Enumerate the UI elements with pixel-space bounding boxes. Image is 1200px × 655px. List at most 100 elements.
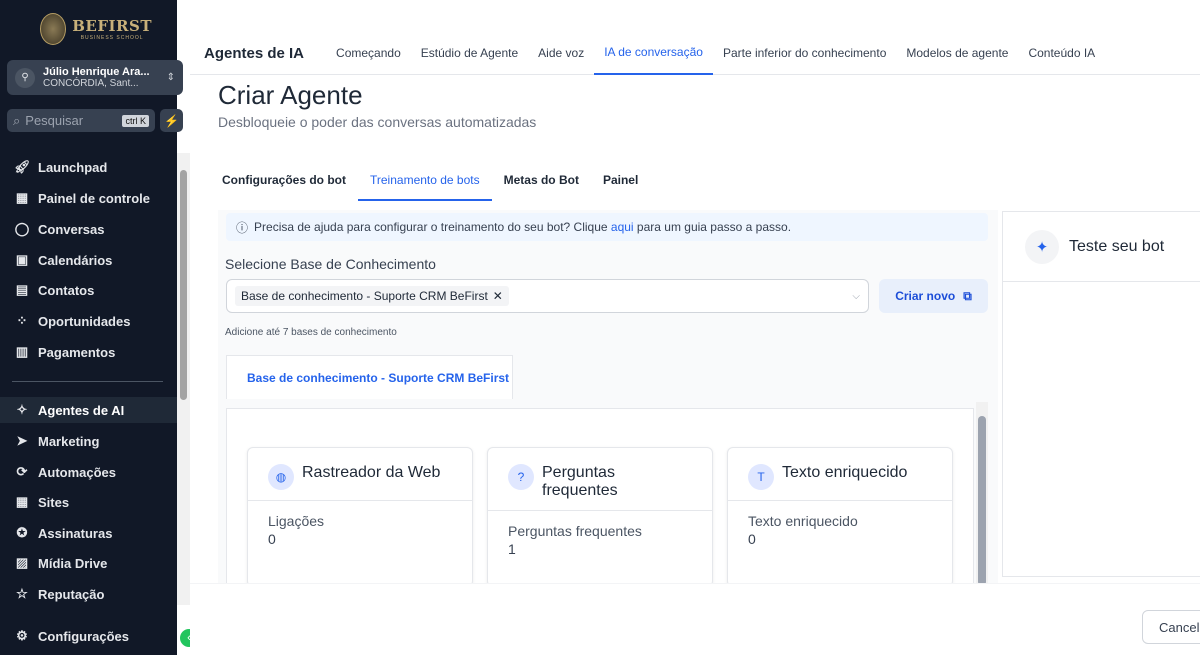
card-value: 0 bbox=[748, 531, 756, 547]
chevron-updown-icon: ⇕ bbox=[166, 72, 175, 83]
sidebar-item-0[interactable]: 🚀︎ Launchpad bbox=[0, 154, 177, 180]
sidebar-item-5[interactable]: ⁘ Oportunidades bbox=[0, 308, 177, 334]
search-shortcut: ctrl K bbox=[122, 114, 149, 127]
automation-icon: ⟳ bbox=[16, 464, 28, 479]
bot-tab[interactable]: Painel bbox=[591, 165, 650, 201]
sidebar-item-4[interactable]: ▤ Contatos bbox=[0, 277, 177, 303]
brand-logo: BEFIRST BUSINESS SCHOOL bbox=[40, 12, 152, 46]
sidebar-item-settings[interactable]: ⚙ Configurações bbox=[0, 623, 177, 649]
sidebar-item-label: Mídia Drive bbox=[38, 555, 108, 571]
sidebar-item-1[interactable]: ▦ Painel de controle bbox=[0, 185, 177, 211]
top-tab[interactable]: IA de conversação bbox=[594, 32, 713, 75]
sites-icon: ▦ bbox=[15, 494, 29, 509]
bot-tab[interactable]: Configurações do bot bbox=[210, 165, 358, 201]
bot-tab[interactable]: Treinamento de bots bbox=[358, 165, 492, 201]
card-title: Rastreador da Web bbox=[302, 464, 441, 481]
sidebar-scrollbar[interactable] bbox=[177, 153, 190, 605]
card-value: 0 bbox=[268, 531, 276, 547]
top-tab[interactable]: Estúdio de Agente bbox=[411, 32, 528, 75]
help-link[interactable]: aqui bbox=[611, 220, 634, 234]
sidebar-item-6[interactable]: ▥ Pagamentos bbox=[0, 339, 177, 365]
search-input[interactable]: ⌕ Pesquisar ctrl K bbox=[7, 109, 155, 132]
page-title: Criar Agente bbox=[218, 80, 363, 110]
kb-select[interactable]: Base de conhecimento - Suporte CRM BeFir… bbox=[226, 279, 869, 313]
page-subtitle: Desbloqueie o poder das conversas automa… bbox=[218, 114, 537, 130]
sparkles-icon: ✧ bbox=[16, 402, 28, 417]
sidebar-item-7[interactable]: ✧ Agentes de AI bbox=[0, 397, 177, 423]
kb-source-card[interactable]: ◍ Rastreador da Web Ligações 0 bbox=[247, 447, 473, 587]
top-tab[interactable]: Conteúdo IA bbox=[1018, 32, 1105, 75]
sidebar-item-10[interactable]: ▦ Sites bbox=[0, 489, 177, 515]
globe-icon: ◍ bbox=[268, 464, 294, 490]
sidebar-item-11[interactable]: ✪ Assinaturas bbox=[0, 520, 177, 546]
info-icon: ⓘ bbox=[236, 220, 249, 235]
kb-tab[interactable]: Base de conhecimento - Suporte CRM BeFir… bbox=[226, 355, 513, 399]
kb-source-card[interactable]: T Texto enriquecido Texto enriquecido 0 bbox=[727, 447, 953, 587]
quick-action-button[interactable]: ⚡ bbox=[160, 109, 183, 132]
external-link-icon: ⧉ bbox=[963, 288, 972, 303]
close-icon[interactable]: ✕ bbox=[493, 289, 503, 303]
sidebar-item-label: Automações bbox=[38, 464, 117, 480]
text-icon: T bbox=[748, 464, 774, 490]
account-location: CONCÓRDIA, Sant... bbox=[43, 78, 139, 89]
search-placeholder: Pesquisar bbox=[25, 113, 84, 128]
divider bbox=[12, 381, 163, 382]
search-icon: ⌕ bbox=[13, 112, 21, 128]
sparkles-icon: ✦ bbox=[1025, 229, 1059, 264]
sidebar-item-label: Launchpad bbox=[38, 159, 108, 175]
cards-scrollbar[interactable] bbox=[976, 402, 988, 587]
bolt-icon: ⚡ bbox=[164, 113, 179, 128]
account-name: Júlio Henrique Ara... bbox=[43, 66, 150, 78]
sidebar-item-8[interactable]: ➤ Marketing bbox=[0, 428, 177, 454]
kb-chip-label: Base de conhecimento - Suporte CRM BeFir… bbox=[241, 289, 488, 303]
sidebar-item-label: Contatos bbox=[38, 282, 95, 298]
chevron-down-icon: ⌵ bbox=[852, 290, 860, 302]
card-value: 1 bbox=[508, 541, 516, 557]
sidebar-item-3[interactable]: ▣ Calendários bbox=[0, 247, 177, 273]
gear-icon: ⚙ bbox=[16, 628, 28, 643]
sidebar-item-label: Sites bbox=[38, 494, 70, 510]
question-icon: ? bbox=[508, 464, 534, 490]
help-banner: ⓘ Precisa de ajuda para configurar o trei… bbox=[226, 213, 988, 241]
top-tab[interactable]: Aide voz bbox=[528, 32, 594, 75]
sidebar-item-label: Agentes de AI bbox=[38, 402, 125, 418]
sidebar-item-label: Conversas bbox=[38, 221, 105, 237]
brand-name: BEFIRST bbox=[72, 17, 152, 35]
top-tab[interactable]: Modelos de agente bbox=[896, 32, 1018, 75]
sidebar-item-label: Painel de controle bbox=[38, 190, 150, 206]
sidebar-item-12[interactable]: ▨ Mídia Drive bbox=[0, 550, 177, 576]
location-icon: ⚲ bbox=[15, 67, 35, 88]
star-icon: ☆ bbox=[16, 586, 28, 601]
card-key: Texto enriquecido bbox=[748, 513, 858, 529]
cancel-button[interactable]: Cancelar bbox=[1142, 610, 1200, 644]
chat-icon: ◯ bbox=[14, 221, 30, 236]
image-icon: ▨ bbox=[15, 555, 29, 570]
kb-source-card[interactable]: ? Perguntas frequentes Perguntas frequente… bbox=[487, 447, 713, 587]
test-bot-title: Teste seu bot bbox=[1069, 237, 1165, 255]
sidebar: BEFIRST BUSINESS SCHOOL ⚲ Júlio Henrique A… bbox=[0, 0, 183, 655]
sidebar-item-2[interactable]: ◯ Conversas bbox=[0, 216, 177, 242]
bot-tab[interactable]: Metas do Bot bbox=[492, 165, 591, 201]
top-tab[interactable]: Parte inferior do conhecimento bbox=[713, 32, 896, 75]
top-tab[interactable]: Começando bbox=[326, 32, 411, 75]
rocket-icon: 🚀︎ bbox=[14, 159, 31, 174]
sidebar-item-13[interactable]: ☆ Reputação bbox=[0, 581, 177, 607]
create-new-label: Criar novo bbox=[895, 289, 956, 303]
kb-chip: Base de conhecimento - Suporte CRM BeFir… bbox=[235, 286, 509, 306]
card-key: Ligações bbox=[268, 513, 325, 529]
sidebar-item-9[interactable]: ⟳ Automações bbox=[0, 459, 177, 485]
top-nav: Agentes de IA Começando Estúdio de Agente… bbox=[190, 32, 1200, 75]
section-title: Agentes de IA bbox=[204, 44, 305, 62]
create-new-button[interactable]: Criar novo ⧉ bbox=[879, 279, 988, 313]
grid-icon: ▦ bbox=[15, 190, 29, 205]
sidebar-item-label: Reputação bbox=[38, 586, 105, 602]
sidebar-item-label: Pagamentos bbox=[38, 344, 116, 360]
card-title: Perguntas frequentes bbox=[542, 464, 618, 499]
account-switcher[interactable]: ⚲ Júlio Henrique Ara... CONCÓRDIA, Sant...… bbox=[7, 60, 183, 95]
sidebar-item-label: Oportunidades bbox=[38, 313, 131, 329]
help-text-end: para um guia passo a passo. bbox=[633, 220, 792, 234]
card-title: Texto enriquecido bbox=[782, 464, 908, 481]
opportunities-icon: ⁘ bbox=[16, 313, 28, 328]
award-icon: ✪ bbox=[16, 525, 28, 540]
test-bot-panel: ✦ Teste seu bot bbox=[1002, 211, 1200, 577]
